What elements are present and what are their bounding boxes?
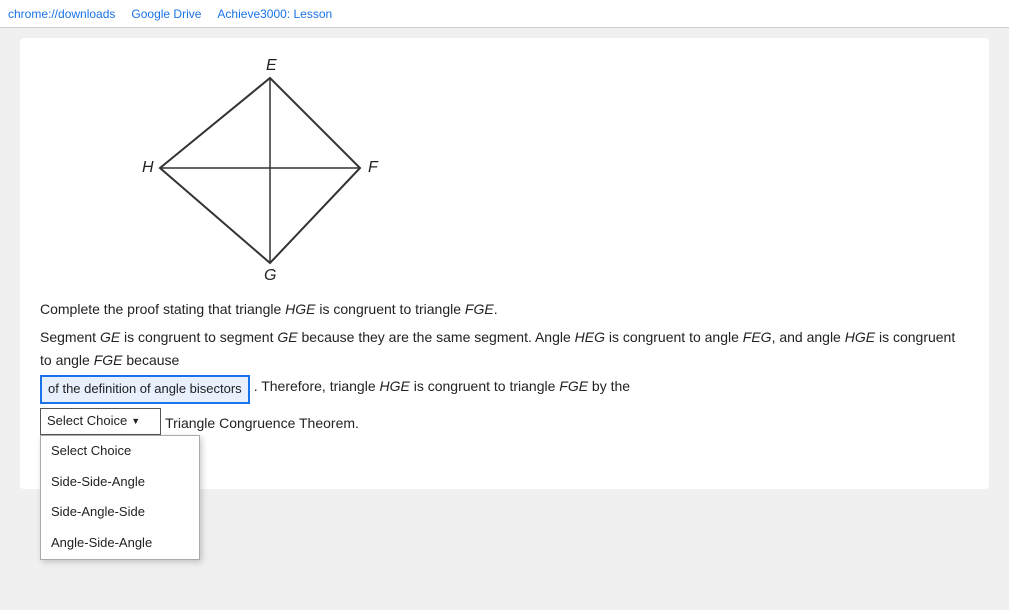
option-side-side-angle[interactable]: Side-Side-Angle <box>41 467 199 498</box>
achieve-link[interactable]: Achieve3000: Lesson <box>217 7 332 21</box>
main-content: E H F G Complete the proof stating that … <box>20 38 989 489</box>
proof-sentence: Segment GE is congruent to segment GE be… <box>40 326 969 404</box>
top-bar: chrome://downloads Google Drive Achieve3… <box>0 0 1009 28</box>
theorem-dropdown-open[interactable]: Select Choice Side-Side-Angle Side-Angle… <box>40 435 200 560</box>
highlighted-answer: of the definition of angle bisectors <box>40 375 250 404</box>
option-angle-side-angle[interactable]: Angle-Side-Angle <box>41 528 199 559</box>
theorem-dropdown-value: Select Choice <box>47 411 127 432</box>
point-g-label: G <box>264 267 276 284</box>
option-select-choice[interactable]: Select Choice <box>41 436 199 467</box>
theorem-dropdown-wrapper: Select Choice Select Choice Side-Side-An… <box>40 408 161 435</box>
point-h-label: H <box>142 159 154 176</box>
dropdown-row: Select Choice Select Choice Side-Side-An… <box>40 408 969 435</box>
proof-text: Complete the proof stating that triangle… <box>40 298 969 435</box>
proof-text-part2: . Therefore, triangle HGE is congruent t… <box>254 375 630 397</box>
download-link[interactable]: chrome://downloads <box>8 7 115 21</box>
theorem-suffix: Triangle Congruence Theorem. <box>165 412 359 434</box>
proof-text-part1: Segment GE is congruent to segment GE be… <box>40 326 969 371</box>
option-side-angle-side[interactable]: Side-Angle-Side <box>41 497 199 528</box>
proof-title: Complete the proof stating that triangle… <box>40 298 969 320</box>
theorem-dropdown[interactable]: Select Choice <box>40 408 161 435</box>
drive-link[interactable]: Google Drive <box>131 7 201 21</box>
point-e-label: E <box>266 57 277 74</box>
diagram-container: E H F G <box>40 48 969 288</box>
geometry-diagram: E H F G <box>80 48 400 288</box>
point-f-label: F <box>368 159 379 176</box>
